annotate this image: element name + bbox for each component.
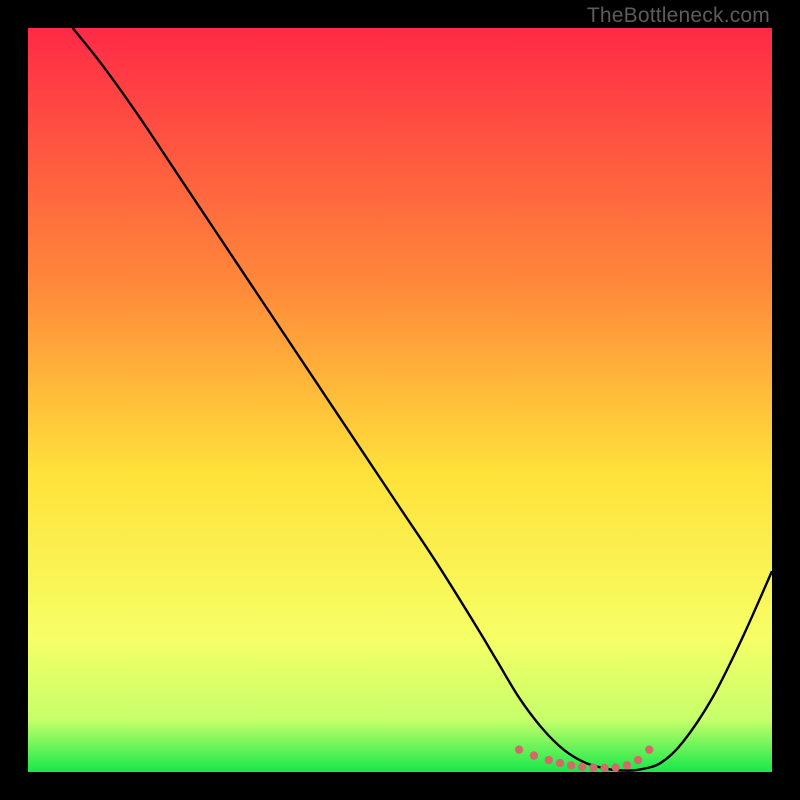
valley-marker xyxy=(634,756,642,764)
valley-marker xyxy=(612,763,620,771)
valley-marker xyxy=(545,756,553,764)
valley-marker xyxy=(578,763,586,771)
valley-marker xyxy=(645,745,653,753)
valley-marker xyxy=(589,763,597,771)
valley-marker xyxy=(600,764,608,772)
watermark-text: TheBottleneck.com xyxy=(587,4,770,28)
chart-frame xyxy=(28,28,772,772)
valley-marker xyxy=(530,751,538,759)
bottleneck-chart xyxy=(28,28,772,772)
valley-marker xyxy=(623,761,631,769)
valley-marker xyxy=(567,761,575,769)
gradient-background xyxy=(28,28,772,772)
valley-marker xyxy=(556,759,564,767)
valley-marker xyxy=(515,745,523,753)
